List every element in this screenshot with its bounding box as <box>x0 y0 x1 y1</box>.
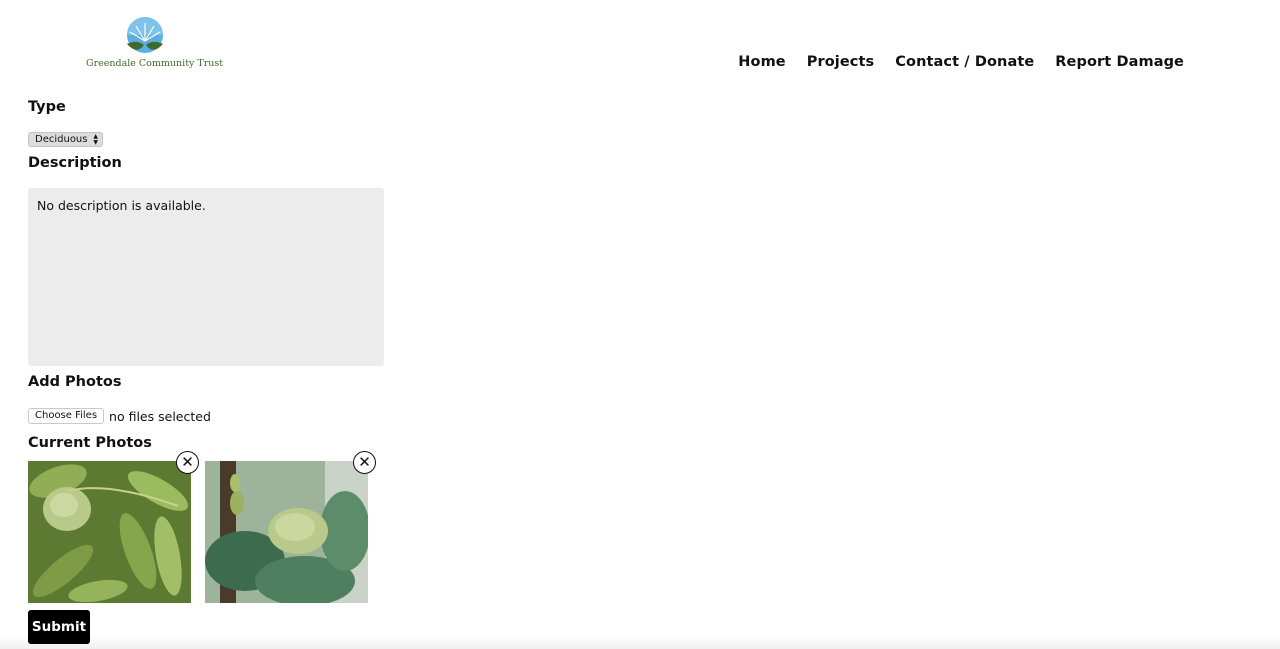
current-photos-label: Current Photos <box>28 435 152 451</box>
file-status: no files selected <box>109 408 211 424</box>
remove-photo-1-button[interactable]: ✕ <box>176 451 199 474</box>
file-input: Choose Files no files selected <box>28 408 211 424</box>
remove-photo-2-button[interactable]: ✕ <box>353 451 376 474</box>
nav-report-damage[interactable]: Report Damage <box>1055 54 1184 70</box>
nav-home[interactable]: Home <box>738 54 785 70</box>
bottom-shadow <box>0 635 1280 649</box>
type-label: Type <box>28 99 66 115</box>
walnut-leaves-photo <box>28 461 191 603</box>
close-circle-icon: ✕ <box>181 453 194 471</box>
nav-contact-donate[interactable]: Contact / Donate <box>895 54 1034 70</box>
main-nav: Home Projects Contact / Donate Report Da… <box>738 54 1184 70</box>
select-arrows-icon: ▲ ▼ <box>93 133 98 146</box>
site-header: Greendale Community Trust Home Projects … <box>0 0 1280 90</box>
type-select-value: Deciduous <box>35 134 88 145</box>
choose-files-button[interactable]: Choose Files <box>28 408 105 424</box>
site-logo[interactable]: Greendale Community Trust <box>86 17 224 73</box>
type-select[interactable]: Deciduous ▲ ▼ <box>28 132 103 147</box>
logo-text: Greendale Community Trust <box>86 58 224 69</box>
add-photos-label: Add Photos <box>28 374 122 390</box>
fir-cone-photo <box>205 461 368 603</box>
close-circle-icon: ✕ <box>358 453 371 471</box>
sunrise-logo-icon <box>127 17 163 53</box>
nav-projects[interactable]: Projects <box>807 54 875 70</box>
description-label: Description <box>28 155 122 171</box>
description-textarea[interactable]: No description is available. <box>28 188 384 366</box>
